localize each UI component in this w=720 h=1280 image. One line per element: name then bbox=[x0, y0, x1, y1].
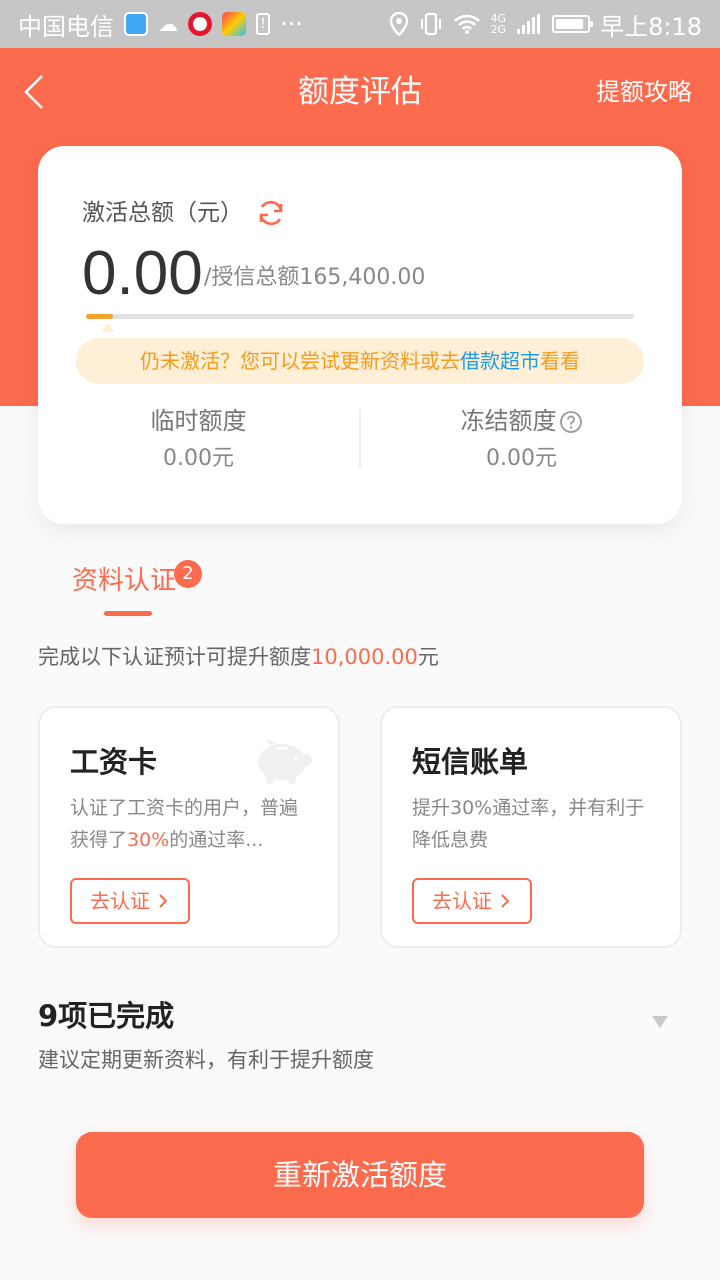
temporary-credit-label: 临时额度 bbox=[150, 407, 247, 435]
location-icon bbox=[389, 12, 408, 36]
frozen-credit-header: 冻结额度 bbox=[361, 404, 682, 438]
video-app-icon bbox=[222, 12, 246, 36]
carrier-name: 中国电信 bbox=[18, 12, 114, 41]
credit-strategy-link[interactable]: 提额攻略 bbox=[596, 74, 692, 110]
salary-card-title: 工资卡 bbox=[70, 745, 158, 779]
vibrate-icon bbox=[420, 12, 441, 36]
verification-description: 完成以下认证预计可提升额度10,000.00元 bbox=[38, 642, 439, 672]
chevron-right-icon bbox=[159, 894, 168, 908]
salary-verify-label: 去认证 bbox=[90, 889, 150, 913]
more-notifications-icon: ··· bbox=[280, 10, 303, 38]
credit-stats-row: 临时额度 0.00元 冻结额度 0.00元 bbox=[38, 404, 682, 484]
salary-card-desc: 认证了工资卡的用户，普遍获得了30%的通过率... bbox=[70, 792, 316, 856]
activation-progress-fill bbox=[86, 314, 114, 319]
tip-pointer bbox=[101, 323, 115, 332]
tip-prefix: 仍未激活？您可以尝试更新资料或去 bbox=[140, 349, 460, 373]
weibo-app-icon bbox=[188, 12, 212, 36]
tab-data-verification[interactable]: 资料认证 bbox=[72, 562, 176, 600]
status-bar-left: 中国电信 ☁ ! ··· bbox=[18, 10, 303, 41]
tip-suffix: 看看 bbox=[540, 349, 580, 373]
frozen-credit-label: 冻结额度 bbox=[460, 407, 557, 435]
reactivate-credit-button[interactable]: 重新激活额度 bbox=[76, 1132, 644, 1218]
status-bar-right: 4G 2G 早上8:18 bbox=[389, 10, 702, 41]
salary-desc-b: 的通过率... bbox=[169, 829, 264, 851]
chevron-right-icon bbox=[501, 894, 510, 908]
tab-active-indicator bbox=[104, 611, 152, 616]
battery-icon bbox=[552, 15, 594, 33]
activation-tip-banner: 仍未激活？您可以尝试更新资料或去借款超市看看 bbox=[76, 338, 644, 384]
temporary-credit-value: 0.00元 bbox=[163, 446, 234, 471]
sms-verify-label: 去认证 bbox=[432, 889, 492, 913]
help-question-icon[interactable] bbox=[559, 410, 583, 434]
verification-count-badge: 2 bbox=[174, 560, 202, 588]
loan-market-link[interactable]: 借款超市 bbox=[460, 349, 540, 373]
sim-alert-icon: ! bbox=[256, 13, 270, 35]
desc-amount: 10,000.00 bbox=[311, 645, 418, 669]
sms-bill-title: 短信账单 bbox=[412, 745, 529, 779]
expand-down-icon[interactable] bbox=[650, 1014, 670, 1030]
activation-progress-bar bbox=[86, 314, 634, 319]
sms-bill-verification[interactable]: 短信账单 提升30%通过率，并有利于降低息费 去认证 bbox=[380, 706, 682, 948]
wifi-icon bbox=[453, 14, 480, 34]
temporary-credit: 临时额度 0.00元 bbox=[38, 404, 359, 484]
salary-card-verification[interactable]: 工资卡 认证了工资卡的用户，普遍获得了30%的通过率... 去认证 bbox=[38, 706, 340, 948]
browser-app-icon bbox=[124, 12, 148, 36]
desc-prefix: 完成以下认证预计可提升额度 bbox=[38, 645, 311, 669]
completed-items-title[interactable]: 9项已完成 bbox=[38, 996, 174, 1036]
salary-verify-button[interactable]: 去认证 bbox=[70, 878, 190, 924]
network-type-indicator: 4G 2G bbox=[490, 12, 507, 36]
sms-bill-desc: 提升30%通过率，并有利于降低息费 bbox=[412, 797, 645, 851]
activated-amount-label: 激活总额（元） bbox=[82, 200, 243, 226]
credit-summary-card: 激活总额（元） 0.00 /授信总额165,400.00 仍未激活？您可以尝试更… bbox=[38, 146, 682, 524]
piggy-bank-icon bbox=[258, 739, 312, 784]
signal-icon bbox=[517, 14, 541, 34]
salary-desc-highlight: 30% bbox=[127, 829, 170, 851]
status-bar: 中国电信 ☁ ! ··· 4G 2G 早上8:18 bbox=[0, 0, 720, 48]
sms-verify-button[interactable]: 去认证 bbox=[412, 878, 532, 924]
cloud-icon: ☁ bbox=[158, 12, 178, 36]
refresh-icon[interactable] bbox=[256, 198, 286, 228]
frozen-credit-value: 0.00元 bbox=[486, 446, 557, 471]
completed-items-desc: 建议定期更新资料，有利于提升额度 bbox=[38, 1048, 374, 1072]
total-credit-text: /授信总额165,400.00 bbox=[204, 265, 426, 290]
desc-suffix: 元 bbox=[417, 645, 439, 669]
frozen-credit: 冻结额度 0.00元 bbox=[361, 404, 682, 484]
status-time: 早上8:18 bbox=[600, 12, 702, 41]
activated-amount-value: 0.00 bbox=[82, 239, 203, 308]
